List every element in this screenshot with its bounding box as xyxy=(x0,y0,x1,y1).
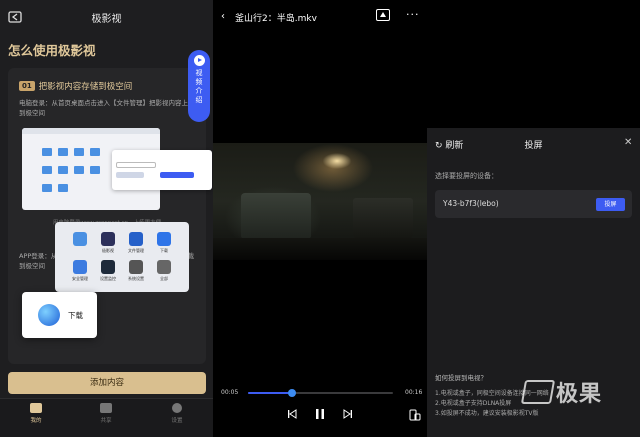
tab-label: 共享 xyxy=(100,418,112,424)
step-title: 把影视内容存储到极空间 xyxy=(38,82,133,92)
cast-title: 投屏 xyxy=(524,141,543,151)
progress-bar[interactable] xyxy=(248,389,393,397)
device-name: Y43-b7f3(lebo) xyxy=(443,199,499,208)
video-player: ‹ 釜山行2：半岛.mkv ··· 00:05 00:16 xyxy=(213,0,427,437)
intro-panel: 极影视 怎么使用极影视 01 把影视内容存储到极空间 电脑登录：从首页桌面点击进… xyxy=(0,0,213,437)
download-popup: 下载 xyxy=(22,292,97,338)
app-icon xyxy=(101,260,115,274)
next-icon[interactable] xyxy=(343,409,353,419)
pc-login-desc: 电脑登录：从首页桌面点击进入【文件管理】把影视内容上传到极空间 xyxy=(19,99,195,117)
upload-dialog xyxy=(112,150,212,190)
chevron-left-icon[interactable]: ‹ xyxy=(221,11,225,22)
intro-heading: 怎么使用极影视 xyxy=(8,43,96,58)
video-filename: 釜山行2：半岛.mkv xyxy=(235,14,317,24)
video-intro-button[interactable]: 视 频 介 绍 xyxy=(188,50,210,122)
video-tab-char: 介 xyxy=(195,87,203,95)
app-label: 安全管理 xyxy=(72,276,88,281)
app-icon xyxy=(129,260,143,274)
app-icon xyxy=(101,232,115,246)
rotate-screen-icon[interactable] xyxy=(409,409,421,421)
app-label: 系统设置 xyxy=(128,276,144,281)
share-icon xyxy=(100,403,112,413)
page-title: 极影视 xyxy=(91,14,122,25)
app-label: 设置监控 xyxy=(100,276,116,281)
tab-share[interactable]: 共享 xyxy=(86,403,126,424)
watermark-logo-icon xyxy=(520,380,556,404)
app-icon xyxy=(73,232,87,246)
faq-title: 如何投屏到电视？ xyxy=(435,374,487,382)
app-label: 极影视 xyxy=(102,248,114,253)
app-label: 下载 xyxy=(160,248,168,253)
previous-icon[interactable] xyxy=(287,409,297,419)
video-scene xyxy=(213,238,427,260)
video-tab-char: 频 xyxy=(195,78,203,86)
app-icon xyxy=(157,232,171,246)
pc-screenshot xyxy=(22,128,212,213)
video-scene xyxy=(353,198,413,238)
more-icon[interactable]: ··· xyxy=(406,8,420,21)
app-icon xyxy=(157,260,171,274)
device-row[interactable]: Y43-b7f3(lebo) 投屏 xyxy=(435,190,632,218)
app-icon xyxy=(73,260,87,274)
video-scene xyxy=(241,193,311,238)
tab-settings[interactable]: 设置 xyxy=(157,403,197,424)
download-globe-icon xyxy=(38,304,60,326)
progress-knob[interactable] xyxy=(287,389,296,397)
app-label: 文件管理 xyxy=(128,248,144,253)
step-number: 01 xyxy=(19,81,35,91)
play-icon xyxy=(193,55,205,66)
video-tab-char: 视 xyxy=(195,69,203,77)
watermark-text: 极果 xyxy=(556,382,603,407)
app-screenshot: 极影视 文件管理 下载 安全管理 设置监控 系统设置 全部 xyxy=(55,222,189,292)
faq-item: 3.如投屏不成功，建议安装极影视TV版 xyxy=(435,410,539,417)
time-total: 00:16 xyxy=(405,389,423,396)
tab-label: 设置 xyxy=(171,418,183,424)
progress-fill xyxy=(248,392,292,394)
cast-icon[interactable] xyxy=(376,9,390,21)
tab-label: 我的 xyxy=(30,418,42,424)
tab-mine[interactable]: 我的 xyxy=(16,403,56,424)
watermark: 极果 xyxy=(520,376,603,408)
gear-icon xyxy=(172,403,182,413)
video-tab-char: 绍 xyxy=(195,96,203,104)
download-label: 下载 xyxy=(68,311,83,320)
close-icon[interactable]: ✕ xyxy=(624,137,632,148)
bottom-tabbar: 我的 共享 设置 xyxy=(0,398,213,437)
add-content-button[interactable]: 添加内容 xyxy=(8,372,206,394)
pause-icon[interactable] xyxy=(314,408,326,420)
device-hint: 选择要投屏的设备： xyxy=(435,172,498,180)
cast-device-button[interactable]: 投屏 xyxy=(596,198,625,211)
app-label: 全部 xyxy=(160,276,168,281)
time-current: 00:05 xyxy=(221,389,239,396)
faq-item: 2.电视或盒子支持DLNA投屏 xyxy=(435,400,512,407)
video-icon xyxy=(30,403,42,413)
step-header: 01 把影视内容存储到极空间 xyxy=(19,80,132,92)
screen: 极影视 怎么使用极影视 01 把影视内容存储到极空间 电脑登录：从首页桌面点击进… xyxy=(0,0,640,437)
cast-area: ↻ 刷新 投屏 ✕ 选择要投屏的设备： Y43-b7f3(lebo) 投屏 如何… xyxy=(427,0,640,437)
video-frame[interactable] xyxy=(213,143,427,260)
app-icon xyxy=(129,232,143,246)
